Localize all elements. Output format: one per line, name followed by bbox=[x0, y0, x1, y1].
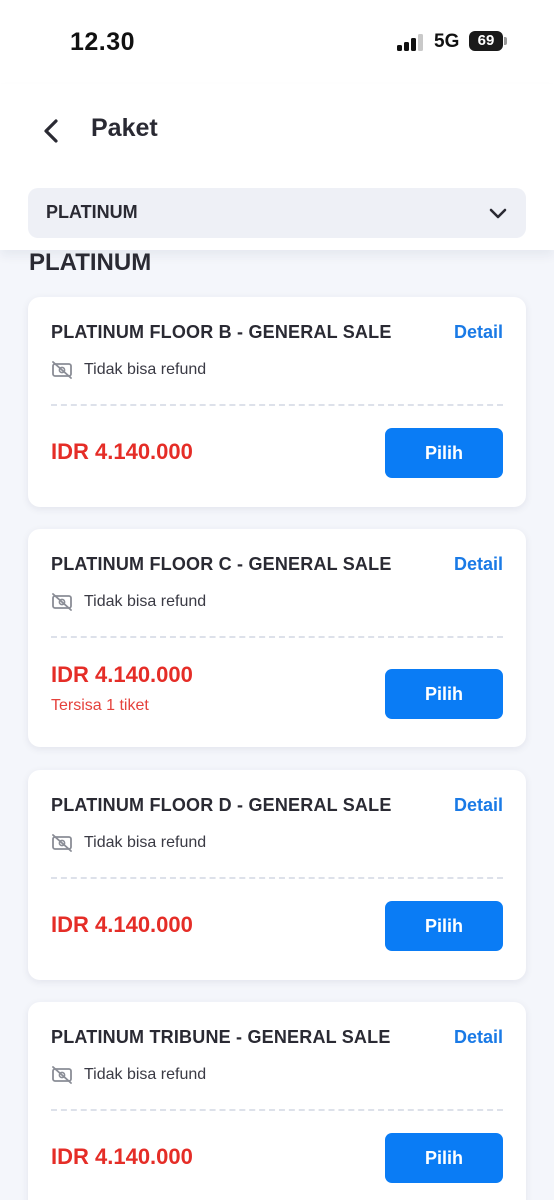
divider bbox=[51, 636, 503, 638]
package-name: PLATINUM TRIBUNE - GENERAL SALE bbox=[51, 1027, 391, 1047]
remaining-tickets: Tersisa 1 tiket bbox=[51, 697, 149, 714]
package-card: PLATINUM FLOOR B - GENERAL SALE Detail T… bbox=[28, 297, 526, 507]
refund-info: Tidak bisa refund bbox=[51, 832, 206, 854]
refund-info: Tidak bisa refund bbox=[51, 591, 206, 613]
no-refund-icon bbox=[52, 1066, 72, 1084]
divider bbox=[51, 877, 503, 879]
refund-info: Tidak bisa refund bbox=[51, 359, 206, 381]
package-card: PLATINUM FLOOR D - GENERAL SALE Detail T… bbox=[28, 770, 526, 980]
refund-text: Tidak bisa refund bbox=[84, 834, 207, 851]
detail-link[interactable]: Detail bbox=[454, 1027, 503, 1048]
back-button[interactable] bbox=[34, 114, 68, 148]
header: Paket PLATINUM bbox=[0, 84, 554, 250]
pilih-button[interactable]: Pilih bbox=[385, 669, 503, 719]
no-refund-icon bbox=[52, 361, 72, 379]
package-name: PLATINUM FLOOR C - GENERAL SALE bbox=[51, 554, 392, 574]
battery-level: 69 bbox=[469, 31, 503, 51]
battery-icon: 69 bbox=[469, 31, 507, 51]
chevron-left-icon bbox=[44, 119, 58, 143]
detail-link[interactable]: Detail bbox=[454, 554, 503, 575]
refund-text: Tidak bisa refund bbox=[84, 361, 207, 378]
chevron-down-icon bbox=[489, 208, 507, 219]
package-card: PLATINUM TRIBUNE - GENERAL SALE Detail T… bbox=[28, 1002, 526, 1200]
divider bbox=[51, 404, 503, 406]
price: IDR 4.140.000 bbox=[51, 1144, 193, 1169]
page-title: Paket bbox=[91, 114, 158, 142]
package-card: PLATINUM FLOOR C - GENERAL SALE Detail T… bbox=[28, 529, 526, 747]
pilih-button[interactable]: Pilih bbox=[385, 428, 503, 478]
price: IDR 4.140.000 bbox=[51, 912, 193, 937]
refund-text: Tidak bisa refund bbox=[84, 1066, 207, 1083]
pilih-button[interactable]: Pilih bbox=[385, 1133, 503, 1183]
select-value: PLATINUM bbox=[46, 202, 138, 222]
price: IDR 4.140.000 bbox=[51, 662, 193, 687]
network-label: 5G bbox=[434, 31, 460, 52]
no-refund-icon bbox=[52, 834, 72, 852]
no-refund-icon bbox=[52, 593, 72, 611]
status-time: 12.30 bbox=[70, 28, 136, 56]
status-bar: 12.30 5G 69 bbox=[0, 0, 554, 84]
signal-icon bbox=[397, 33, 427, 51]
package-name: PLATINUM FLOOR D - GENERAL SALE bbox=[51, 795, 392, 815]
package-name: PLATINUM FLOOR B - GENERAL SALE bbox=[51, 322, 392, 342]
pilih-button[interactable]: Pilih bbox=[385, 901, 503, 951]
price: IDR 4.140.000 bbox=[51, 439, 193, 464]
divider bbox=[51, 1109, 503, 1111]
section-title: PLATINUM bbox=[29, 249, 152, 276]
package-category-select[interactable]: PLATINUM bbox=[28, 188, 526, 238]
refund-text: Tidak bisa refund bbox=[84, 593, 207, 610]
refund-info: Tidak bisa refund bbox=[51, 1064, 206, 1086]
detail-link[interactable]: Detail bbox=[454, 322, 503, 343]
detail-link[interactable]: Detail bbox=[454, 795, 503, 816]
